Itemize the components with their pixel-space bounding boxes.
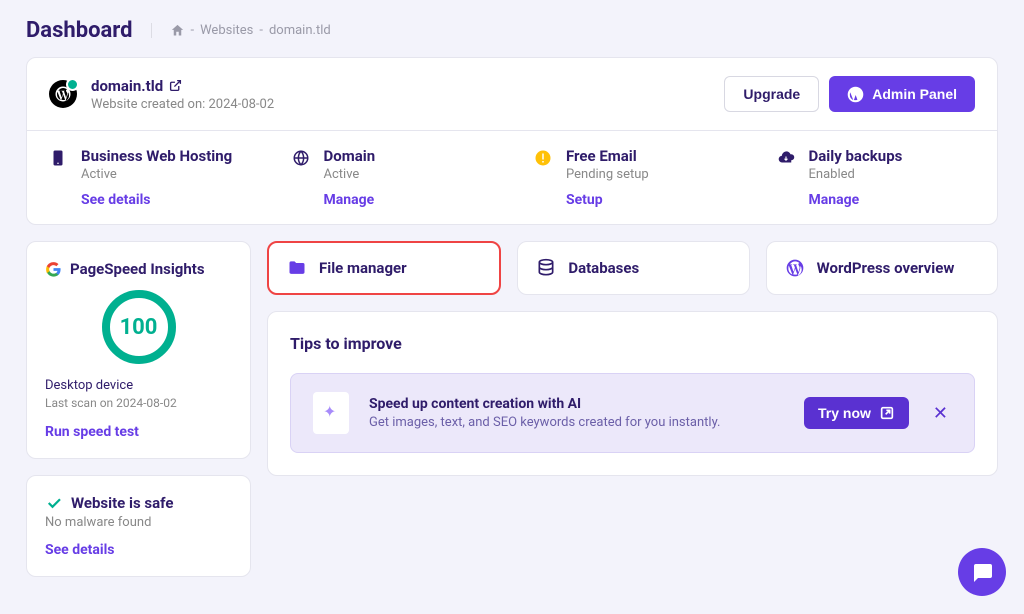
database-icon xyxy=(536,258,556,278)
setup-email-link[interactable]: Setup xyxy=(566,192,649,208)
try-now-button[interactable]: Try now xyxy=(804,397,909,429)
domain-card: Domain Active Manage xyxy=(270,131,513,224)
see-details-link[interactable]: See details xyxy=(81,192,232,208)
file-manager-button[interactable]: File manager xyxy=(267,241,501,295)
cloud-icon xyxy=(777,149,795,167)
backups-card: Daily backups Enabled Manage xyxy=(755,131,998,224)
created-date: Website created on: 2024-08-02 xyxy=(91,97,274,112)
external-link-icon xyxy=(879,405,895,421)
close-icon[interactable]: ✕ xyxy=(929,399,952,428)
home-icon xyxy=(170,23,185,38)
wordpress-icon xyxy=(847,86,864,103)
page-title: Dashboard xyxy=(26,18,133,43)
pagespeed-score: 100 xyxy=(102,290,176,364)
wordpress-icon xyxy=(785,258,805,278)
run-speed-test-link[interactable]: Run speed test xyxy=(45,424,139,440)
tips-card: Tips to improve Speed up content creatio… xyxy=(267,311,998,476)
domain-name[interactable]: domain.tld xyxy=(91,77,274,95)
safe-card: Website is safe No malware found See det… xyxy=(26,475,251,577)
wordpress-overview-button[interactable]: WordPress overview xyxy=(766,241,998,295)
email-card: Free Email Pending setup Setup xyxy=(512,131,755,224)
external-link-icon xyxy=(169,79,182,92)
chat-icon xyxy=(970,560,994,584)
check-icon xyxy=(45,494,63,512)
globe-icon xyxy=(292,149,310,167)
breadcrumb: - Websites - domain.tld xyxy=(151,23,331,38)
wordpress-logo-icon xyxy=(49,80,77,108)
manage-backups-link[interactable]: Manage xyxy=(809,192,903,208)
upgrade-button[interactable]: Upgrade xyxy=(724,76,819,112)
admin-panel-button[interactable]: Admin Panel xyxy=(829,76,975,112)
pagespeed-card: PageSpeed Insights 100 Desktop device La… xyxy=(26,241,251,459)
warning-icon xyxy=(534,149,552,167)
phone-icon xyxy=(49,149,67,167)
hosting-card: Business Web Hosting Active See details xyxy=(27,131,270,224)
google-icon xyxy=(45,261,62,278)
manage-domain-link[interactable]: Manage xyxy=(324,192,376,208)
chat-button[interactable] xyxy=(958,548,1006,596)
document-sparkle-icon xyxy=(313,392,349,434)
safe-details-link[interactable]: See details xyxy=(45,542,115,558)
databases-button[interactable]: Databases xyxy=(517,241,749,295)
folder-icon xyxy=(287,258,307,278)
